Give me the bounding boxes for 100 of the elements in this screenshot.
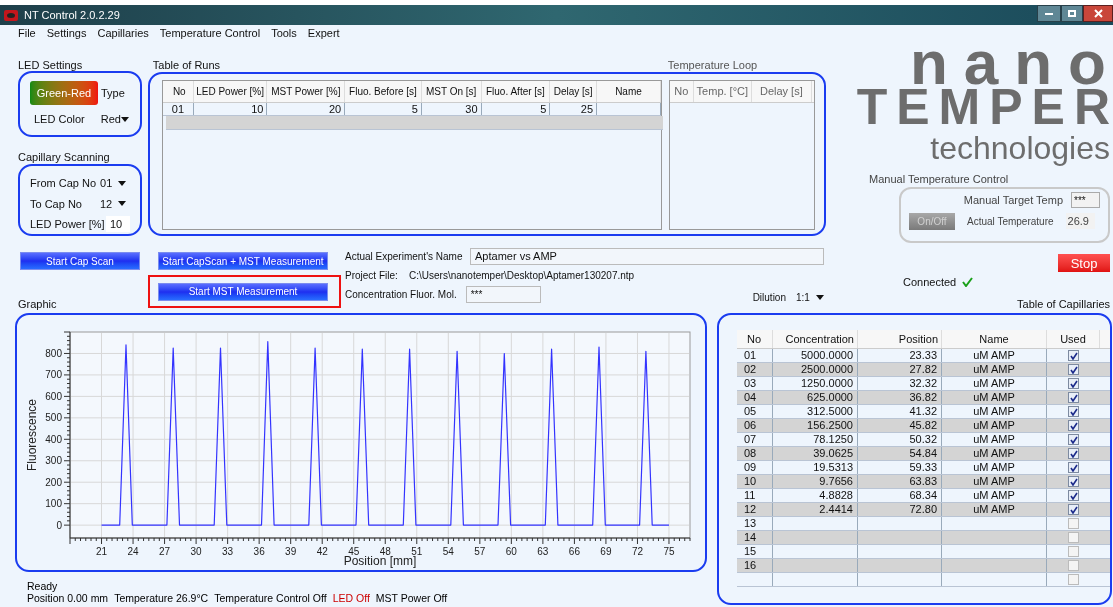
maximize-button[interactable] [1061,5,1083,22]
start-cap-scan-button[interactable]: Start Cap Scan [20,252,140,270]
x-tick-label: 21 [95,546,108,557]
status-item: Temperature Control Off [214,592,327,604]
table-cell: 39.0625 [773,447,858,460]
table-cell: 72.80 [858,503,942,516]
used-checkbox[interactable] [1068,546,1079,557]
menu-item[interactable]: Temperature Control [159,24,261,42]
column-header[interactable]: Name [942,330,1047,348]
dilution-label: Dilution [752,290,786,305]
minimize-button[interactable] [1037,5,1061,22]
used-checkbox[interactable] [1068,560,1079,571]
column-header[interactable]: Used [1047,330,1100,348]
table-cell: 03 [740,377,773,390]
column-header[interactable]: Delay [s] [550,81,598,102]
used-checkbox[interactable] [1068,448,1079,459]
used-checkbox[interactable] [1068,490,1079,501]
x-tick-label: 72 [631,546,643,557]
stop-button[interactable]: Stop [1058,254,1110,272]
column-header[interactable]: Fluo. After [s] [481,81,551,102]
table-cell: uM AMP [942,475,1047,488]
used-checkbox[interactable] [1068,350,1079,361]
y-tick-label: 100 [45,498,62,510]
used-checkbox[interactable] [1068,378,1079,389]
led-color-label: LED Color [34,112,85,127]
column-header[interactable]: No [165,81,194,102]
logo-word: nano [909,41,1113,85]
table-cell: 12 [740,503,773,516]
start-capscan-mst-button[interactable]: Start CapScan + MST Measurement [158,252,328,270]
connection-status: Connected [903,274,957,290]
x-tick-label: 75 [663,546,675,557]
start-mst-button[interactable]: Start MST Measurement [158,282,328,301]
column-header[interactable]: No [740,330,773,348]
menu-item[interactable]: Capillaries [97,24,149,42]
close-button[interactable] [1083,5,1113,22]
column-header[interactable]: No [669,81,694,102]
table-cell: 2.4414 [773,503,858,516]
column-header[interactable]: Name [597,81,661,102]
x-axis-label: Position [mm] [343,554,417,568]
used-checkbox[interactable] [1068,420,1079,431]
column-header[interactable]: Concentration [773,330,858,348]
x-tick-label: 33 [222,546,234,557]
table-cell: 09 [740,461,773,474]
target-temp-input[interactable]: *** [1071,192,1100,209]
table-cell: 2500.0000 [773,363,858,376]
status-item: MST Power Off [375,592,448,604]
x-tick-label: 30 [190,546,202,557]
table-cell: 23.33 [858,349,942,362]
used-checkbox[interactable] [1068,504,1079,515]
column-header[interactable]: MST Power [%] [267,81,346,102]
table-cell: uM AMP [942,433,1047,446]
target-temp-label: Manual Target Temp [963,193,1063,208]
concentration-input[interactable]: *** [465,285,541,303]
used-checkbox[interactable] [1068,574,1079,585]
experiment-name-input[interactable]: Aptamer vs AMP [470,247,824,265]
column-header[interactable]: Position [858,330,942,348]
used-checkbox[interactable] [1068,462,1079,473]
x-tick-label: 66 [568,546,580,557]
used-checkbox[interactable] [1068,392,1079,403]
led-type-button[interactable]: Green-Red [30,81,98,105]
menu-item[interactable]: Tools [271,24,297,42]
table-cell: uM AMP [942,349,1047,362]
project-file-label: Project File: [345,269,399,283]
table-cell: 01 [740,349,773,362]
led-power-input[interactable]: 10 [106,216,130,233]
table-cell: 15 [740,545,773,558]
led-color-dropdown[interactable]: Red [96,111,131,128]
y-tick-label: 0 [56,519,62,531]
used-checkbox[interactable] [1068,532,1079,543]
to-cap-dropdown[interactable]: 12 [96,195,130,212]
column-header[interactable]: Temp. [°C] [693,81,752,102]
table-cell: 68.34 [858,489,942,502]
from-cap-label: From Cap No [30,176,96,191]
used-checkbox[interactable] [1068,406,1079,417]
column-header[interactable]: Fluo. Before [s] [345,81,422,102]
column-header[interactable]: LED Power [%] [193,81,268,102]
table-cell: 27.82 [858,363,942,376]
table-cell: 02 [740,363,773,376]
dilution-dropdown[interactable]: 1:1 [792,289,828,305]
column-header[interactable]: Delay [s] [751,81,812,102]
x-tick-label: 63 [537,546,549,557]
x-tick-label: 51 [411,546,423,557]
actual-temp-value: 26.9 [1065,212,1095,230]
menu-item[interactable]: File [18,24,36,42]
column-header[interactable]: MST On [s] [421,81,482,102]
x-tick-label: 60 [505,546,517,557]
from-cap-dropdown[interactable]: 01 [96,175,130,192]
section-label: Table of Runs [152,58,222,72]
used-checkbox[interactable] [1068,434,1079,445]
y-tick-label: 200 [45,476,62,488]
table-cell: 5 [345,103,422,115]
menu-item[interactable]: Settings [46,24,87,42]
used-checkbox[interactable] [1068,518,1079,529]
menu-item[interactable]: Expert [307,24,340,42]
table-cell: uM AMP [942,405,1047,418]
used-checkbox[interactable] [1068,364,1079,375]
experiment-name-label: Actual Experiment's Name [345,249,464,264]
table-cell: 36.82 [858,391,942,404]
used-checkbox[interactable] [1068,476,1079,487]
to-cap-label: To Cap No [30,196,82,212]
